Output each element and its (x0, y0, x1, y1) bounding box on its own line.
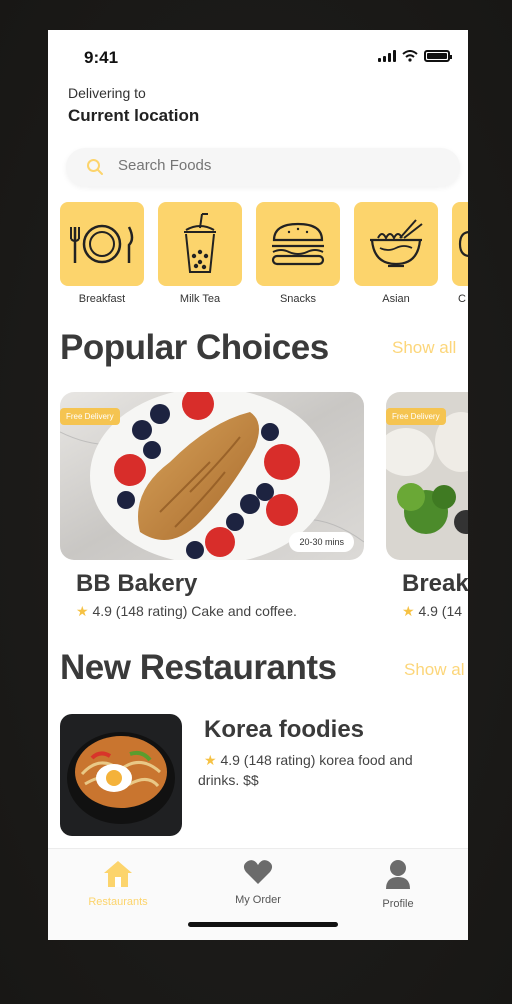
delivering-label: Delivering to (68, 85, 146, 101)
show-all-popular-link[interactable]: Show all (392, 338, 456, 358)
restaurant-card-breakfast[interactable]: Free Delivery (386, 392, 468, 560)
category-breakfast[interactable]: Breakfast (60, 202, 144, 305)
category-partial[interactable]: C (452, 202, 468, 305)
battery-icon (424, 50, 452, 62)
search-icon (87, 159, 103, 175)
restaurant-card-bb-bakery[interactable]: Free Delivery 20-30 mins (60, 392, 364, 560)
tab-profile[interactable]: Profile (348, 859, 448, 910)
status-time: 9:41 (84, 48, 119, 67)
search-input[interactable] (118, 157, 438, 174)
restaurant-name: BB Bakery (76, 570, 198, 597)
category-milk-tea[interactable]: Milk Tea (158, 202, 242, 305)
restaurant-image: Free Delivery (386, 392, 468, 560)
section-title-new-restaurants: New Restaurants (60, 648, 337, 687)
signal-icon (378, 50, 396, 62)
star-icon: ★ (76, 603, 89, 619)
star-icon: ★ (402, 603, 415, 619)
restaurant-name: Break (402, 570, 468, 597)
tab-my-order[interactable]: My Order (208, 859, 308, 906)
restaurant-rating: ★ 4.9 (148 rating) Cake and coffee. (76, 603, 297, 619)
wifi-icon (402, 50, 418, 62)
section-title-popular: Popular Choices (60, 328, 329, 367)
home-icon (104, 861, 132, 887)
restaurant-image (60, 714, 182, 836)
search-bar[interactable] (66, 148, 460, 186)
star-icon: ★ (204, 752, 217, 768)
status-icons (378, 50, 452, 62)
category-row: Breakfast Milk Tea Snacks Asian C (60, 202, 468, 312)
show-all-new-link[interactable]: Show al (404, 660, 464, 680)
noodle-bowl-icon (370, 219, 423, 268)
restaurant-rating: ★ 4.9 (14 (402, 603, 463, 619)
home-indicator (188, 922, 338, 927)
burger-icon (271, 222, 325, 266)
tab-restaurants[interactable]: Restaurants (68, 859, 168, 908)
user-icon (386, 860, 410, 889)
partial-icon (458, 231, 468, 257)
restaurant-thumb-korea-foodies[interactable] (60, 714, 182, 836)
free-delivery-badge: Free Delivery (386, 408, 446, 425)
restaurant-name: Korea foodies (204, 716, 365, 743)
category-asian[interactable]: Asian (354, 202, 438, 305)
category-snacks[interactable]: Snacks (256, 202, 340, 305)
plate-cutlery-icon (70, 224, 134, 264)
phone-screen: 9:41 Delivering to Current location Sear… (48, 30, 468, 940)
restaurant-image: Free Delivery 20-30 mins (60, 392, 364, 560)
restaurant-rating: ★ 4.9 (148 rating) korea food and drinks… (198, 752, 413, 788)
free-delivery-badge: Free Delivery (60, 408, 120, 425)
bubble-tea-icon (184, 213, 216, 273)
location-selector[interactable]: Current location (68, 106, 199, 126)
heart-icon (243, 860, 273, 884)
delivery-time-badge: 20-30 mins (289, 532, 354, 552)
